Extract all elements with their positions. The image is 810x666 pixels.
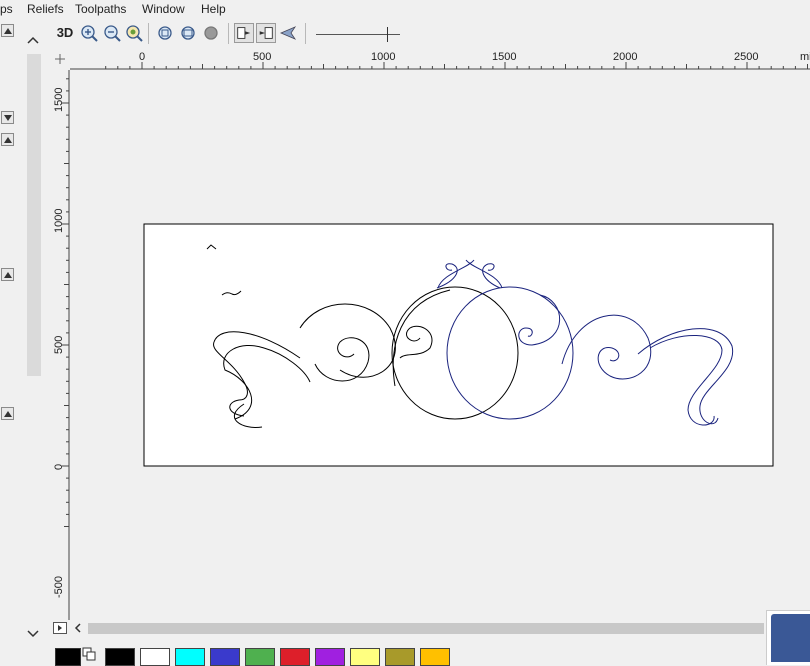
color-swatch[interactable] bbox=[350, 648, 380, 666]
triangle-up-icon bbox=[4, 137, 12, 143]
color-swatch[interactable] bbox=[140, 648, 170, 666]
vruler-label-neg500: -500 bbox=[53, 575, 65, 598]
zoom-selection-icon[interactable] bbox=[201, 23, 221, 43]
zoom-slider-thumb[interactable] bbox=[387, 27, 389, 42]
toolbar-separator bbox=[148, 23, 149, 44]
color-palette bbox=[50, 640, 810, 666]
color-swatch[interactable] bbox=[105, 648, 135, 666]
facebook-icon[interactable] bbox=[771, 614, 810, 662]
chevron-up-icon[interactable] bbox=[26, 34, 40, 46]
menu-bitmaps[interactable]: ps bbox=[0, 1, 13, 17]
chevron-down-icon[interactable] bbox=[26, 628, 40, 640]
design-view bbox=[143, 223, 774, 467]
view-arrow-icon[interactable] bbox=[279, 23, 299, 43]
menu-reliefs[interactable]: Reliefs bbox=[27, 1, 64, 17]
panel-scrollbar[interactable] bbox=[27, 54, 41, 376]
ruler-label-2500: 2500 bbox=[734, 51, 759, 63]
expand-up-button-3[interactable] bbox=[1, 268, 14, 281]
collapse-down-button[interactable] bbox=[1, 111, 14, 124]
color-swatch[interactable] bbox=[175, 648, 205, 666]
canvas-horizontal-scrollbar[interactable] bbox=[50, 620, 766, 636]
menu-window[interactable]: Window bbox=[142, 1, 185, 17]
view-toolbar: 3D bbox=[50, 20, 810, 48]
layout-2d-icon[interactable] bbox=[234, 23, 254, 43]
color-swatch[interactable] bbox=[385, 648, 415, 666]
expand-up-button[interactable] bbox=[1, 24, 14, 37]
color-swatch[interactable] bbox=[280, 648, 310, 666]
triangle-up-icon bbox=[4, 272, 12, 278]
color-swatch[interactable] bbox=[315, 648, 345, 666]
toolbar-separator bbox=[228, 23, 229, 44]
ruler-label-500: 500 bbox=[253, 51, 272, 63]
menu-bar: ps Reliefs Toolpaths Window Help bbox=[0, 0, 810, 18]
expand-up-button-2[interactable] bbox=[1, 133, 14, 146]
zoom-search-icon[interactable] bbox=[124, 23, 144, 43]
view-3d-button[interactable]: 3D bbox=[54, 23, 76, 43]
ruler-label-1500: 1500 bbox=[492, 51, 517, 63]
ruler-label-1000: 1000 bbox=[371, 51, 396, 63]
zoom-extents-icon[interactable] bbox=[155, 23, 175, 43]
scroll-start-icon[interactable] bbox=[53, 622, 67, 634]
triangle-down-icon bbox=[4, 115, 12, 121]
vertical-ruler: 1500 1000 500 0 -500 bbox=[50, 70, 70, 620]
facebook-corner-widget bbox=[766, 610, 810, 665]
triangle-up-icon bbox=[4, 28, 12, 34]
menu-help[interactable]: Help bbox=[201, 1, 226, 17]
menu-toolpaths[interactable]: Toolpaths bbox=[75, 1, 126, 17]
scroll-left-icon[interactable] bbox=[72, 622, 84, 634]
vruler-label-500: 500 bbox=[53, 335, 65, 354]
vruler-label-1500: 1500 bbox=[53, 87, 65, 112]
left-panel bbox=[0, 18, 50, 664]
swap-colors-icon[interactable] bbox=[82, 647, 98, 663]
ruler-label-2000: 2000 bbox=[613, 51, 638, 63]
zoom-in-icon[interactable] bbox=[79, 23, 99, 43]
ruler-corner bbox=[50, 48, 70, 70]
ruler-label-0: 0 bbox=[139, 51, 146, 63]
material-boundary bbox=[143, 223, 774, 467]
ruler-unit-label: mil bbox=[800, 51, 810, 63]
zoom-fit-icon[interactable] bbox=[178, 23, 198, 43]
horizontal-ruler: 0 500 1000 1500 2000 2500 mil bbox=[70, 48, 810, 70]
zoom-out-icon[interactable] bbox=[102, 23, 122, 43]
expand-up-button-4[interactable] bbox=[1, 407, 14, 420]
current-color-swatch[interactable] bbox=[55, 648, 81, 666]
triangle-up-icon bbox=[4, 411, 12, 417]
vruler-label-0: 0 bbox=[53, 463, 65, 470]
color-swatch[interactable] bbox=[210, 648, 240, 666]
scrollbar-thumb[interactable] bbox=[88, 623, 764, 634]
toolbar-separator bbox=[305, 23, 306, 44]
color-swatch[interactable] bbox=[245, 648, 275, 666]
vruler-label-1000: 1000 bbox=[53, 208, 65, 233]
color-swatch[interactable] bbox=[420, 648, 450, 666]
drawing-canvas[interactable] bbox=[70, 70, 810, 622]
layout-3d-icon[interactable] bbox=[256, 23, 276, 43]
